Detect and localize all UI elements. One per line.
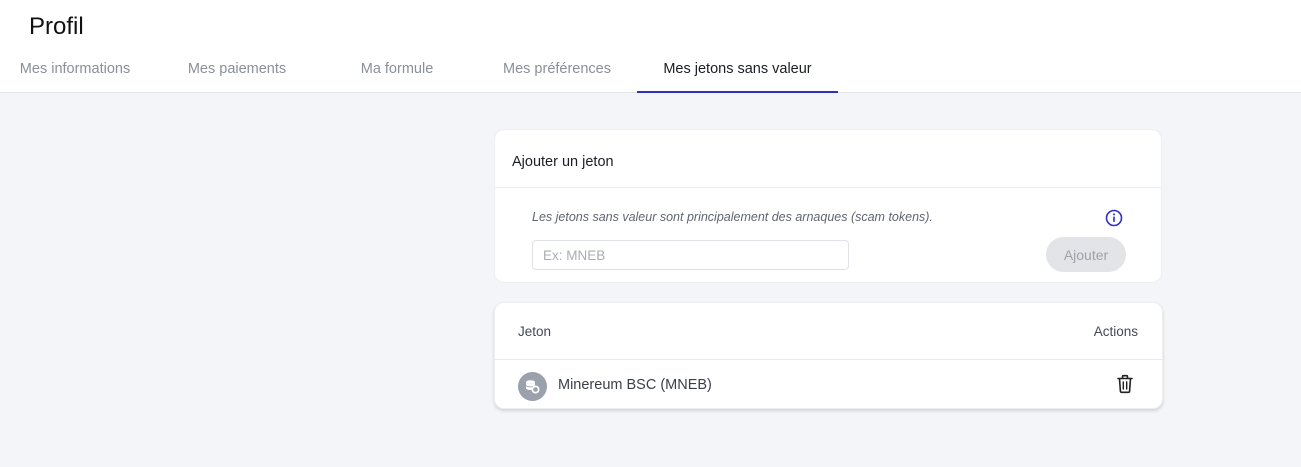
token-symbol-input[interactable] [532,240,849,270]
tab-mes-informations[interactable]: Mes informations [0,52,150,93]
table-header: Jeton Actions [495,303,1162,360]
info-icon[interactable] [1105,209,1123,227]
trash-icon[interactable] [1116,374,1134,394]
column-header-token: Jeton [518,324,552,339]
add-token-card-title: Ajouter un jeton [495,130,1161,188]
token-name: Minereum BSC (MNEB) [558,377,712,393]
add-token-card: Ajouter un jeton Les jetons sans valeur … [494,129,1162,283]
tab-mes-preferences[interactable]: Mes préférences [482,52,632,93]
coins-icon [518,372,547,401]
add-token-button[interactable]: Ajouter [1046,237,1126,272]
worthless-tokens-table: Jeton Actions Minereum BSC (MNEB) [494,302,1163,409]
tab-mes-paiements[interactable]: Mes paiements [162,52,312,93]
table-row: Minereum BSC (MNEB) [495,360,1162,409]
tab-ma-formule[interactable]: Ma formule [322,52,472,93]
page-title: Profil [29,13,84,40]
profile-header: Profil Mes informations Mes paiements Ma… [0,0,1301,93]
column-header-actions: Actions [1093,324,1138,339]
tab-mes-jetons-sans-valeur[interactable]: Mes jetons sans valeur [637,52,838,93]
scam-info-text: Les jetons sans valeur sont principaleme… [532,210,933,224]
